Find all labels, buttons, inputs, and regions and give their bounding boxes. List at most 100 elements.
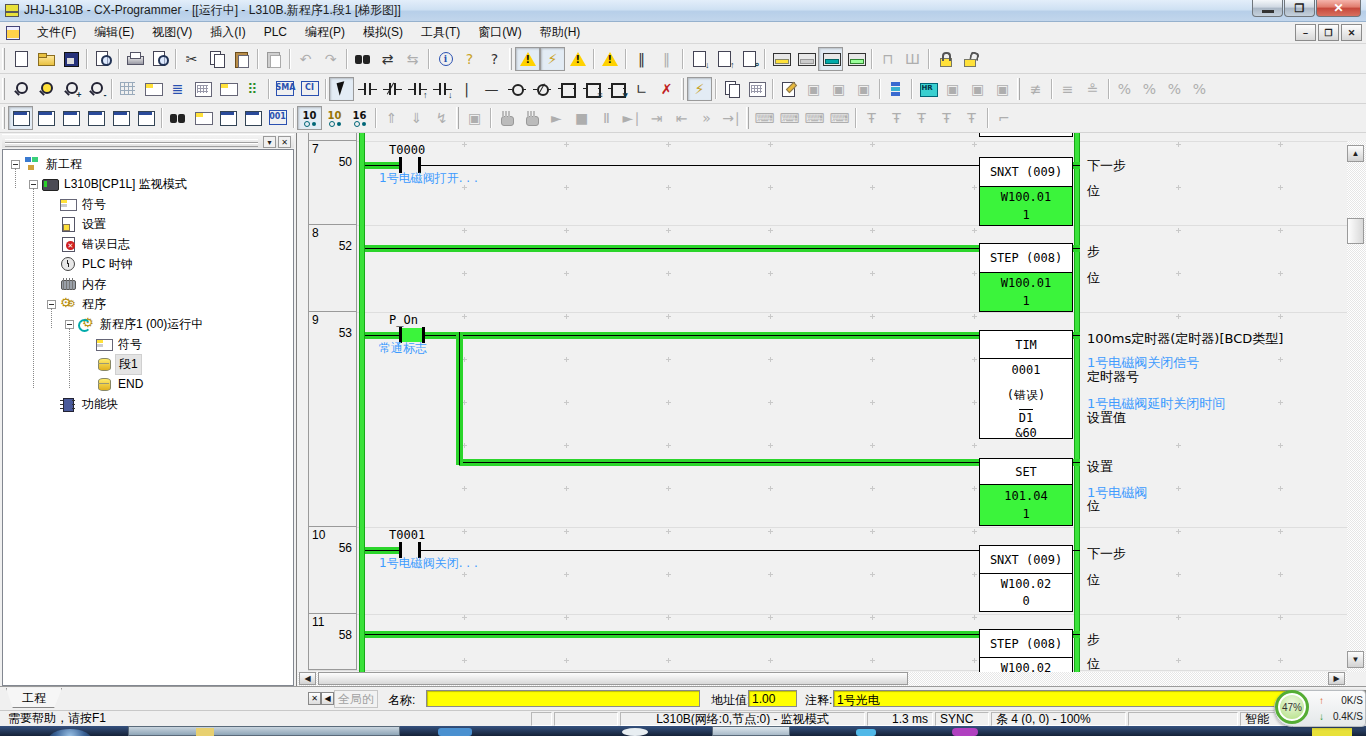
taskbar-app-4[interactable] bbox=[856, 729, 876, 736]
instruction3-button[interactable]: ▾ bbox=[604, 77, 629, 101]
resume-hand-button[interactable] bbox=[519, 106, 544, 130]
monitor-dec-button[interactable] bbox=[297, 106, 322, 130]
time-chart-button[interactable]: Ш bbox=[900, 47, 925, 71]
sim-to-end-button[interactable]: →∣ bbox=[719, 106, 744, 130]
rung-margin-10[interactable]: 1056 bbox=[308, 527, 357, 614]
instruction-button[interactable] bbox=[554, 77, 579, 101]
tree-item-符号[interactable]: 符号 bbox=[3, 194, 109, 214]
monitor-box-button[interactable] bbox=[215, 77, 240, 101]
horizontal-scroll-thumb[interactable] bbox=[318, 672, 908, 685]
window-watch-button[interactable] bbox=[58, 106, 83, 130]
go-online-gray-button[interactable]: ▣ bbox=[801, 77, 826, 101]
instruction-block-TIM[interactable]: TIM0001(错误)D1&60 bbox=[979, 330, 1073, 439]
mdi-close-button[interactable]: ✕ bbox=[1341, 24, 1362, 41]
taskbar-app-1[interactable] bbox=[438, 728, 472, 736]
rung-margin-8[interactable]: 852 bbox=[308, 225, 357, 312]
save-button[interactable] bbox=[58, 47, 83, 71]
kb-1-button[interactable]: ⌨ bbox=[752, 106, 777, 130]
coil-button[interactable] bbox=[504, 77, 529, 101]
contact-dn-button[interactable]: ↓ bbox=[429, 77, 454, 101]
taskbar-app-2[interactable] bbox=[622, 728, 648, 736]
instruction-block-SNXT[interactable]: SNXT (009)W100.011 bbox=[979, 157, 1073, 226]
rung-margin-11[interactable]: 1158 bbox=[308, 614, 357, 670]
clipboard-win-button[interactable] bbox=[215, 106, 240, 130]
dialog-win-button[interactable] bbox=[240, 106, 265, 130]
project-workspace-tab[interactable]: 工程 bbox=[6, 688, 62, 708]
pen-b-button[interactable]: % bbox=[1137, 77, 1162, 101]
sim-step-button[interactable]: ►∣ bbox=[619, 106, 644, 130]
t-4-button[interactable]: Ŧ bbox=[934, 106, 959, 130]
force-off-button[interactable]: ⇓ bbox=[404, 106, 429, 130]
send-changes-button[interactable] bbox=[719, 77, 744, 101]
sma-button[interactable] bbox=[272, 77, 297, 101]
hr-3-button[interactable]: ▣ bbox=[990, 77, 1015, 101]
sim-run-fast-button[interactable]: » bbox=[694, 106, 719, 130]
coil-nc-button[interactable] bbox=[529, 77, 554, 101]
io-comment-button[interactable] bbox=[190, 77, 215, 101]
taskbar-active-app[interactable] bbox=[128, 726, 400, 736]
rung-margin-7[interactable]: 750 bbox=[308, 141, 357, 225]
sim-step-in-button[interactable]: ⇥ bbox=[644, 106, 669, 130]
paste-special-button[interactable] bbox=[261, 47, 286, 71]
menu-工具T[interactable]: 工具(T) bbox=[412, 22, 469, 43]
instruction-block-STEP[interactable]: STEP (008)W100.02 bbox=[979, 629, 1073, 672]
close-button[interactable]: ✕ bbox=[1316, 0, 1361, 17]
sim-run-button[interactable]: ► bbox=[544, 106, 569, 130]
monitor-dec-signed-button[interactable] bbox=[322, 106, 347, 130]
address-value-field[interactable]: 1.00 bbox=[748, 690, 797, 707]
download-button[interactable]: ↓ bbox=[686, 47, 711, 71]
force-on-button[interactable]: ⇑ bbox=[379, 106, 404, 130]
undo-button[interactable]: ↶ bbox=[293, 47, 318, 71]
watch-close-button[interactable]: ✕ bbox=[308, 692, 321, 705]
open-button[interactable] bbox=[33, 47, 58, 71]
setvalue-button[interactable]: ▣ bbox=[462, 106, 487, 130]
help-button[interactable]: ? bbox=[457, 47, 482, 71]
zoom-in-button[interactable]: + bbox=[58, 77, 83, 101]
align-1-button[interactable]: ≡ bbox=[1055, 77, 1080, 101]
kb-4-button[interactable]: ⌨ bbox=[827, 106, 852, 130]
monitor-button[interactable] bbox=[818, 47, 843, 71]
menu-帮助H[interactable]: 帮助(H) bbox=[531, 22, 590, 43]
window-output-button[interactable] bbox=[33, 106, 58, 130]
delete-x-button[interactable]: ✗ bbox=[654, 77, 679, 101]
tree-item-功能块[interactable]: 功能块 bbox=[3, 394, 121, 414]
set-protect-button[interactable] bbox=[932, 47, 957, 71]
tree-panel-close-button[interactable]: ✕ bbox=[278, 136, 291, 148]
redo-button[interactable]: ↷ bbox=[318, 47, 343, 71]
replace-button[interactable]: ⇄ bbox=[375, 47, 400, 71]
network-speed-widget[interactable]: 47% ↑0K/S ↓0.4K/S bbox=[1274, 690, 1366, 727]
menu-编辑E[interactable]: 编辑(E) bbox=[85, 22, 143, 43]
t-1-button[interactable]: Ŧ bbox=[859, 106, 884, 130]
window-address-button[interactable] bbox=[108, 106, 133, 130]
upload-button[interactable]: ↑ bbox=[711, 47, 736, 71]
hr-2-button[interactable]: ▣ bbox=[965, 77, 990, 101]
force-cancel-button[interactable]: ↯ bbox=[429, 106, 454, 130]
find-error-button[interactable] bbox=[565, 47, 590, 71]
accept-gray-button[interactable]: ▣ bbox=[826, 77, 851, 101]
hr-monitor-button[interactable] bbox=[915, 77, 940, 101]
tree-item-L310B[CP1L] 监视模式[interactable]: L310B[CP1L] 监视模式 bbox=[3, 174, 190, 194]
menu-窗口W[interactable]: 窗口(W) bbox=[469, 22, 530, 43]
tree-item-PLC 时钟[interactable]: PLC 时钟 bbox=[3, 254, 136, 274]
find-in-project-button[interactable] bbox=[90, 47, 115, 71]
print-button[interactable] bbox=[122, 47, 147, 71]
work-online-button[interactable] bbox=[768, 47, 793, 71]
name-field[interactable] bbox=[426, 690, 700, 707]
monitor-pause-button[interactable] bbox=[843, 47, 868, 71]
contact-nc-button[interactable] bbox=[379, 77, 404, 101]
scroll-down-button[interactable]: ▼ bbox=[1347, 651, 1364, 668]
find-bit-button[interactable]: ⇆ bbox=[400, 47, 425, 71]
mdi-restore-button[interactable]: ❐ bbox=[1318, 24, 1339, 41]
instruction-block-STEP[interactable]: STEP (008)W100.011 bbox=[979, 243, 1073, 312]
pause-monitor-button[interactable]: ‖ bbox=[629, 47, 654, 71]
ci-button[interactable] bbox=[297, 77, 322, 101]
watch-prev-button[interactable]: ◀ bbox=[321, 692, 334, 705]
tree-panel-menu-button[interactable]: ▾ bbox=[263, 136, 276, 148]
taskbar-app-3[interactable] bbox=[712, 726, 790, 736]
diff-monitor-button[interactable]: ⊓ bbox=[875, 47, 900, 71]
taskbar-app-5[interactable] bbox=[952, 728, 978, 736]
hr-1-button[interactable]: ▣ bbox=[940, 77, 965, 101]
show-tree-button[interactable]: ⠿ bbox=[240, 77, 265, 101]
rung-margin-9[interactable]: 953 bbox=[308, 312, 357, 527]
instruction-block-SNXT[interactable]: SNXT (009)W100.020 bbox=[979, 545, 1073, 612]
